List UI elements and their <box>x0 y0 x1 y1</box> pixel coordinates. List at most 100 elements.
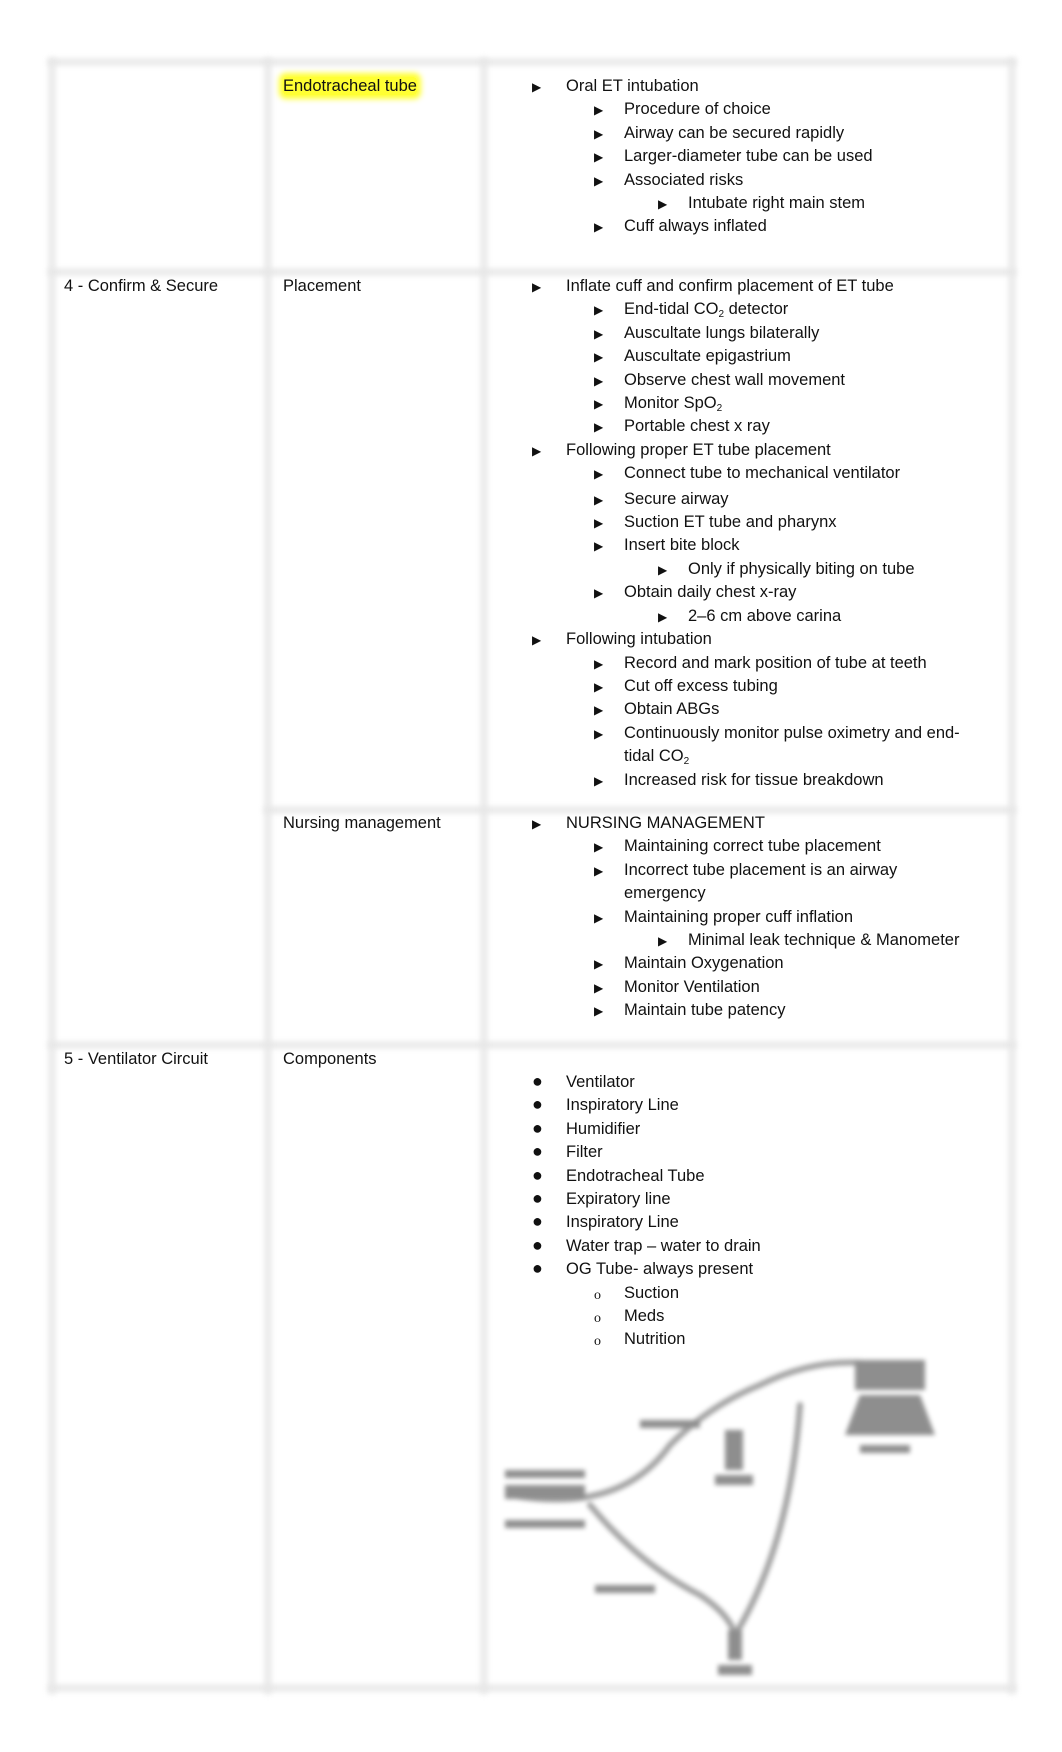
arrow-bullet-icon: ▶ <box>594 980 604 995</box>
list-item-text: Maintain Oxygenation <box>624 954 784 973</box>
list-item-text: Expiratory line <box>566 1190 671 1209</box>
list-item: ▶ Following intubation <box>532 628 1002 651</box>
arrow-bullet-icon: ▶ <box>532 80 542 94</box>
list-item: ▶ Cuff always inflated <box>532 215 1002 238</box>
ventilator-circuit-diagram <box>505 1359 935 1675</box>
list-item: ▶ Monitor SpO2 <box>532 392 1002 415</box>
subscript: 2 <box>716 403 723 415</box>
list-item: ▶ Obtain ABGs <box>532 698 1002 721</box>
arrow-bullet-icon: ▶ <box>594 957 604 972</box>
list-item-text: Water trap – water to drain <box>566 1236 761 1255</box>
list-item-text: Inspiratory Line <box>566 1096 679 1115</box>
list-item-text: Increased risk for tissue breakdown <box>624 770 884 789</box>
arrow-bullet-icon: ▶ <box>594 220 604 235</box>
list-item: ▶ Monitor Ventilation <box>532 976 1002 999</box>
subscript: 2 <box>683 756 690 768</box>
label-block <box>860 1445 910 1453</box>
label-block <box>505 1485 585 1499</box>
arrow-bullet-icon: ▶ <box>532 280 542 294</box>
topic-cell: Components <box>283 1050 377 1068</box>
arrow-bullet-icon: ▶ <box>594 420 604 435</box>
table-border-left <box>49 58 55 1694</box>
label-block <box>640 1420 700 1428</box>
arrow-bullet-icon: ▶ <box>658 934 668 949</box>
list-item: ● Ventilator <box>532 1071 1002 1094</box>
list-item: ▶ Auscultate lungs bilaterally <box>532 322 1002 345</box>
list-item: ▶ Increased risk for tissue breakdown <box>532 769 1002 792</box>
inspiratory-line <box>507 1359 883 1503</box>
list-item-text: Following proper ET tube placement <box>566 440 831 459</box>
list-item-text: Following intubation <box>566 630 712 649</box>
water-trap-base <box>718 1665 752 1675</box>
list-item-text: Insert bite block <box>624 536 740 555</box>
list-item: ▶ Maintaining proper cuff inflation <box>532 906 1002 929</box>
list-item-text: Minimal leak technique & Manometer <box>688 931 960 950</box>
humidifier-base <box>715 1475 753 1485</box>
expiratory-line <box>587 1502 738 1638</box>
list-item: ● Filter <box>532 1141 1002 1164</box>
arrow-bullet-icon: ▶ <box>658 609 668 624</box>
list-item: ▶ Insert bite block <box>532 534 1002 557</box>
list-item-text: Only if physically biting on tube <box>688 559 915 578</box>
list-item-text: Auscultate lungs bilaterally <box>624 323 820 342</box>
arrow-bullet-icon: ▶ <box>594 126 604 141</box>
arrow-bullet-icon: ▶ <box>594 1004 604 1019</box>
list-item: ▶ Associated risks <box>532 169 1002 192</box>
dot-bullet-icon: ● <box>532 1258 543 1279</box>
list-item-text: Incorrect tube placement is an airway em… <box>624 860 898 903</box>
list-item: ▶ Airway can be secured rapidly <box>532 122 1002 145</box>
column-divider <box>265 58 271 1694</box>
table-border-top <box>48 59 1016 65</box>
dot-bullet-icon: ● <box>532 1071 543 1091</box>
water-trap-shape <box>728 1630 742 1660</box>
list-item-text: Monitor Ventilation <box>624 977 760 996</box>
list-item: ▶ Continuously monitor pulse oximetry and… <box>532 722 974 769</box>
circle-bullet-icon: o <box>594 1311 601 1327</box>
list-item-text: Filter <box>566 1143 603 1162</box>
dot-bullet-icon: ● <box>532 1094 543 1115</box>
topic-cell: Endotracheal tube <box>283 75 417 98</box>
list-item-text: Associated risks <box>624 170 744 189</box>
arrow-bullet-icon: ▶ <box>594 539 604 554</box>
list-item: ▶ Obtain daily chest x-ray <box>532 581 1002 604</box>
list-item-text: Cut off excess tubing <box>624 676 778 695</box>
arrow-bullet-icon: ▶ <box>594 397 604 412</box>
arrow-bullet-icon: ▶ <box>532 443 542 458</box>
arrow-bullet-icon: ▶ <box>594 773 604 788</box>
bullet-list: ● Ventilator ● Inspiratory Line ● Humidifier ●… <box>532 1071 1002 1352</box>
arrow-bullet-icon: ▶ <box>532 633 542 648</box>
bullet-list: ▶ Inflate cuff and confirm placement of E… <box>532 275 1002 792</box>
topic-cell: Nursing management <box>283 814 441 832</box>
dot-bullet-icon: ● <box>532 1141 543 1162</box>
list-item-text: Maintaining proper cuff inflation <box>624 907 854 926</box>
list-item: ● Humidifier <box>532 1118 1002 1141</box>
list-item: ▶ Only if physically biting on tube <box>532 558 1002 581</box>
list-item-text: Meds <box>624 1307 665 1326</box>
list-item-text: Portable chest x ray <box>624 417 770 436</box>
list-item: ▶ 2–6 cm above carina <box>532 605 1002 628</box>
list-item: ▶ Portable chest x ray <box>532 415 1002 438</box>
list-item: ▶ Intubate right main stem <box>532 192 1002 215</box>
circle-bullet-icon: o <box>594 1287 601 1303</box>
section-cell: 4 - Confirm & Secure <box>64 277 219 295</box>
list-item-text: Ventilator <box>566 1073 635 1091</box>
arrow-bullet-icon: ▶ <box>594 326 604 341</box>
list-item: ▶ Auscultate epigastrium <box>532 345 1002 368</box>
list-item: ▶ Maintain Oxygenation <box>532 952 1002 975</box>
arrow-bullet-icon: ▶ <box>594 840 604 855</box>
arrow-bullet-icon: ▶ <box>594 586 604 601</box>
list-item-text: Secure airway <box>624 489 729 508</box>
dot-bullet-icon: ● <box>532 1117 543 1138</box>
arrow-bullet-icon: ▶ <box>594 516 604 531</box>
arrow-bullet-icon: ▶ <box>594 492 604 507</box>
list-item-text: NURSING MANAGEMENT <box>566 814 765 832</box>
list-item-text: Obtain ABGs <box>624 700 720 719</box>
list-item-text: Maintaining correct tube placement <box>624 837 881 856</box>
table-border-bottom <box>48 1685 1016 1691</box>
arrow-bullet-icon: ▶ <box>594 863 604 878</box>
label-block <box>595 1585 655 1593</box>
bullet-list: ▶ NURSING MANAGEMENT ▶ Maintaining correct … <box>532 812 1002 1023</box>
arrow-bullet-icon: ▶ <box>594 373 604 388</box>
list-item-text: Auscultate epigastrium <box>624 347 791 366</box>
list-item: ▶ Secure airway <box>532 488 1002 511</box>
